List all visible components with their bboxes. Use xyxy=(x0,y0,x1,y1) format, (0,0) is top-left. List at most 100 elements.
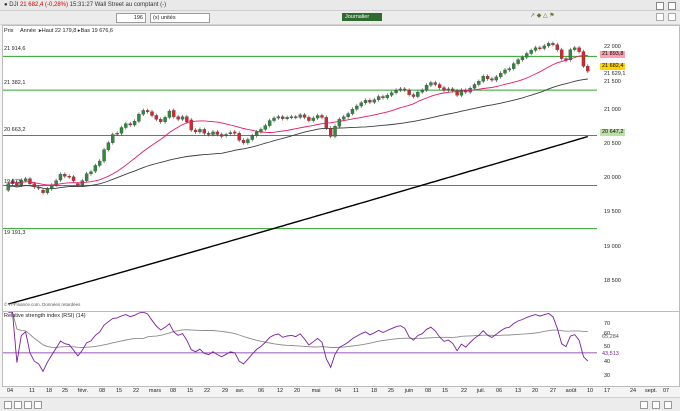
y-tick: 21 000 xyxy=(604,107,621,113)
x-tick-label: sept. xyxy=(645,388,657,394)
candle xyxy=(237,133,241,141)
scroll-right-icon[interactable] xyxy=(34,401,42,409)
x-tick-label: 29 xyxy=(221,388,229,394)
x-tick-label: 11 xyxy=(29,388,35,394)
candle xyxy=(276,116,281,119)
candle xyxy=(315,115,320,119)
candle xyxy=(381,96,385,98)
candle xyxy=(150,111,154,116)
x-tick-label: 18 xyxy=(45,388,53,394)
candle xyxy=(376,96,381,100)
candle xyxy=(433,82,437,85)
scroll-left-icon[interactable] xyxy=(24,401,32,409)
window-titlebar: ● DJI 21 682,4 (-0,28%) 15:31:27 Wall St… xyxy=(0,0,680,11)
chart-settings-icon[interactable] xyxy=(640,401,648,409)
candle xyxy=(385,95,390,98)
candle xyxy=(390,92,394,96)
candle xyxy=(206,133,211,135)
candle xyxy=(263,125,267,130)
candle xyxy=(193,129,198,133)
candle xyxy=(132,121,137,126)
year-stats: Année :▸Haut 22 179,8 ▸Bas 19 676,6 xyxy=(20,28,113,34)
candle xyxy=(89,171,93,174)
candle xyxy=(141,110,145,115)
detach-icon[interactable] xyxy=(668,13,676,21)
y-tick: 19 000 xyxy=(604,244,621,250)
rsi-tick: 70 xyxy=(604,321,611,327)
zoom-out-icon[interactable] xyxy=(4,401,12,409)
y-tick: 20 000 xyxy=(604,175,621,181)
price-panel-header: Prix xyxy=(4,28,14,34)
candle xyxy=(472,84,477,89)
candle xyxy=(41,189,45,193)
x-tick-label: 06 xyxy=(257,388,265,394)
period-dropdown[interactable]: Journalier xyxy=(342,13,382,21)
candle xyxy=(490,78,494,81)
y-tick: 18 500 xyxy=(604,278,621,284)
price-chart xyxy=(3,41,597,305)
candle xyxy=(137,114,141,122)
unit-select[interactable]: (x) unités xyxy=(150,13,210,23)
x-tick-label: 11 xyxy=(353,388,359,394)
candle xyxy=(485,76,490,79)
candle xyxy=(198,129,202,133)
candle xyxy=(555,44,559,50)
candle xyxy=(254,131,259,136)
rsi-tick: 50 xyxy=(604,344,611,350)
rsi-header: Relative strength index (RSI) (14) xyxy=(4,313,86,319)
candle xyxy=(50,184,54,190)
candle xyxy=(154,115,159,120)
minimize-icon[interactable] xyxy=(656,2,664,10)
rsi-tick: 40 xyxy=(604,359,611,365)
candle xyxy=(581,51,586,67)
drawing-tools-icon[interactable]: ↗ ◆ △ ⚑ xyxy=(530,12,555,19)
ma-long-badge: 20 647,2 xyxy=(600,129,626,136)
x-tick-label: 04 xyxy=(6,388,14,394)
x-tick-label: 24 xyxy=(629,388,637,394)
candle xyxy=(32,183,37,188)
candle xyxy=(481,76,485,82)
candle xyxy=(329,127,333,137)
quantity-input[interactable]: 196 xyxy=(116,13,146,23)
candle xyxy=(359,102,363,107)
candle xyxy=(111,134,115,143)
x-tick-label: 08 xyxy=(169,388,177,394)
candle xyxy=(224,134,228,136)
rsi-tick: 30 xyxy=(604,373,611,379)
candle xyxy=(167,110,172,118)
close-icon[interactable] xyxy=(668,2,676,10)
x-tick-label: 27 xyxy=(549,388,557,394)
zoom-in-icon[interactable] xyxy=(14,401,22,409)
candle xyxy=(542,45,546,49)
candle xyxy=(416,91,420,97)
candle xyxy=(102,149,106,162)
candle xyxy=(45,188,50,193)
candle xyxy=(233,131,237,134)
print-icon[interactable] xyxy=(652,401,660,409)
export-icon[interactable] xyxy=(664,401,672,409)
candle xyxy=(477,81,481,85)
candle xyxy=(342,116,346,120)
toolbar: 196 (x) unités Journalier ↗ ◆ △ ⚑ xyxy=(0,11,680,25)
data-source-footer: © IT-Finance.com. Données retardées xyxy=(4,302,81,307)
candle xyxy=(180,116,185,120)
candle xyxy=(346,113,350,117)
settings-icon[interactable] xyxy=(656,13,664,21)
candle xyxy=(533,47,538,51)
x-tick-label: juin xyxy=(404,388,414,394)
candle xyxy=(98,160,102,166)
candle xyxy=(512,63,516,69)
candle xyxy=(250,135,254,140)
candle xyxy=(67,176,71,178)
x-tick-label: 04 xyxy=(334,388,342,394)
candle xyxy=(577,47,581,52)
candle xyxy=(211,131,215,135)
candle xyxy=(398,88,403,91)
candle xyxy=(546,43,551,47)
rsi-signal-line xyxy=(8,312,588,348)
candle xyxy=(128,123,132,126)
candle xyxy=(394,90,398,93)
candle xyxy=(228,132,233,134)
x-tick-label: 15 xyxy=(441,388,449,394)
candle xyxy=(442,87,446,91)
